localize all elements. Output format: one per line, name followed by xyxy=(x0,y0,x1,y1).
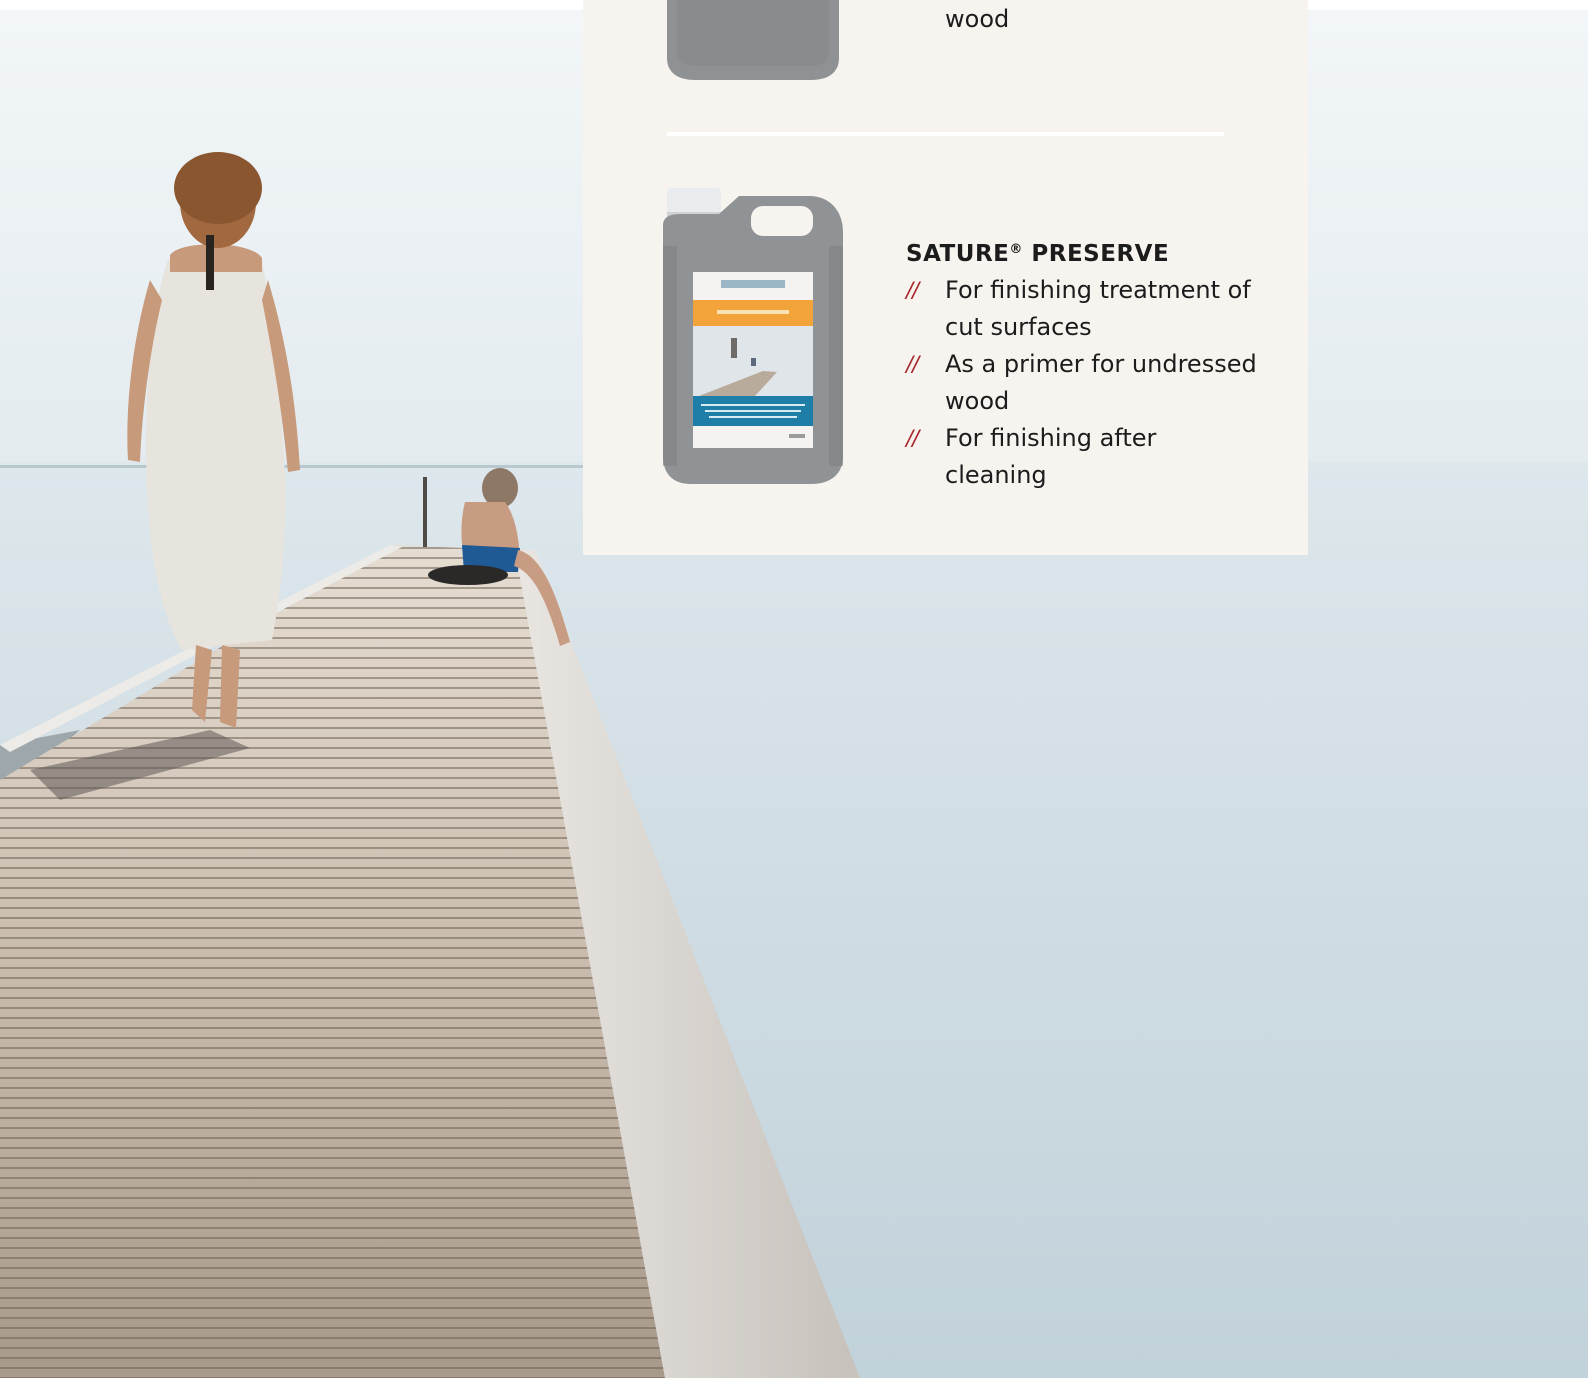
bullet-slash-icon: // xyxy=(906,426,919,450)
page: wood SATURE® PRESERVE // For finishing t… xyxy=(0,0,1588,1378)
product-title-name: SATURE xyxy=(906,241,1010,267)
sature-preserve-jug-image xyxy=(659,186,847,484)
product-title-suffix: PRESERVE xyxy=(1022,241,1170,267)
product-bullet-list: // For finishing treatment of cut surfac… xyxy=(906,272,1306,494)
bullet-slash-icon: // xyxy=(906,278,919,302)
previous-product-last-line: wood xyxy=(945,5,1010,33)
bullet-text: For finishing treatment of cut surfaces xyxy=(945,276,1251,341)
list-item: // As a primer for undressed wood xyxy=(906,346,1265,420)
registered-mark: ® xyxy=(1009,242,1023,257)
bullet-text: As a primer for undressed wood xyxy=(945,350,1257,415)
list-item: // For finishing after cleaning xyxy=(906,420,1265,494)
product-panel: wood SATURE® PRESERVE // For finishing t… xyxy=(583,0,1308,555)
product-title: SATURE® PRESERVE xyxy=(906,232,1306,272)
product-jug-image-top xyxy=(661,0,845,80)
sature-preserve-description: SATURE® PRESERVE // For finishing treatm… xyxy=(906,232,1306,494)
bullet-slash-icon: // xyxy=(906,352,919,376)
list-item: // For finishing treatment of cut surfac… xyxy=(906,272,1265,346)
section-divider xyxy=(667,132,1224,136)
bullet-text: For finishing after cleaning xyxy=(945,424,1157,489)
